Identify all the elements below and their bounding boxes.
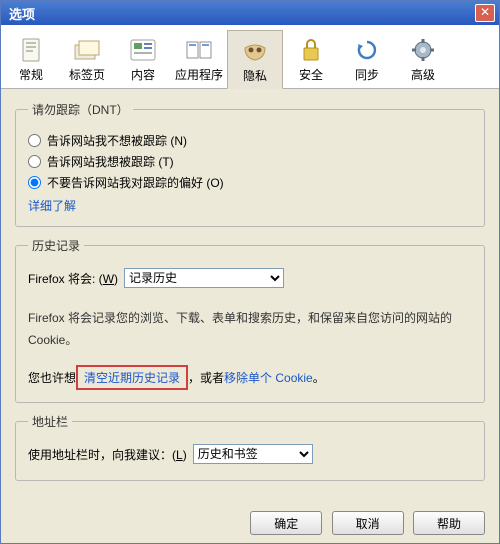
tab-label: 隐私 bbox=[228, 67, 282, 84]
dnt-option-nopref[interactable]: 不要告诉网站我对跟踪的偏好 (O) bbox=[28, 174, 472, 191]
content-panel: 请勿跟踪（DNT） 告诉网站我不想被跟踪 (N) 告诉网站我想被跟踪 (T) 不… bbox=[1, 89, 499, 503]
help-button[interactable]: 帮助 bbox=[413, 511, 485, 535]
radio-label: 告诉网站我想被跟踪 (T) bbox=[47, 153, 174, 170]
history-mode-row: Firefox 将会: (W) 记录历史 bbox=[28, 268, 472, 288]
tab-label: 安全 bbox=[284, 66, 338, 83]
locationbar-select[interactable]: 历史和书签 bbox=[193, 444, 313, 464]
locationbar-row: 使用地址栏时，向我建议：(L) 历史和书签 bbox=[28, 444, 472, 464]
tab-toolbar: 常规 标签页 内容 应用程序 隐私 安全 同步 高级 bbox=[1, 25, 499, 89]
tab-general[interactable]: 常规 bbox=[3, 29, 59, 88]
remove-cookie-link[interactable]: 移除单个 Cookie bbox=[224, 371, 313, 385]
tab-tabpages[interactable]: 标签页 bbox=[59, 29, 115, 88]
dnt-learnmore-link[interactable]: 详细了解 bbox=[28, 197, 472, 214]
titlebar: 选项 ✕ bbox=[1, 1, 499, 25]
tab-privacy[interactable]: 隐私 bbox=[227, 30, 283, 89]
window-title: 选项 bbox=[5, 4, 475, 23]
tab-applications[interactable]: 应用程序 bbox=[171, 29, 227, 88]
history-group: 历史记录 Firefox 将会: (W) 记录历史 Firefox 将会记录您的… bbox=[15, 237, 485, 403]
tab-content[interactable]: 内容 bbox=[115, 29, 171, 88]
radio-label: 不要告诉网站我对跟踪的偏好 (O) bbox=[47, 174, 224, 191]
locationbar-legend: 地址栏 bbox=[28, 413, 72, 430]
radio-label: 告诉网站我不想被跟踪 (N) bbox=[47, 132, 187, 149]
options-window: 选项 ✕ 常规 标签页 内容 应用程序 隐私 安全 同步 bbox=[0, 0, 500, 544]
history-info-text: Firefox 将会记录您的浏览、下载、表单和搜索历史，和保留来自您访问的网站的… bbox=[28, 308, 472, 351]
dnt-option-track[interactable]: 告诉网站我想被跟踪 (T) bbox=[28, 153, 472, 170]
history-mode-select[interactable]: 记录历史 bbox=[124, 268, 284, 288]
dnt-option-notrack[interactable]: 告诉网站我不想被跟踪 (N) bbox=[28, 132, 472, 149]
dnt-group: 请勿跟踪（DNT） 告诉网站我不想被跟踪 (N) 告诉网站我想被跟踪 (T) 不… bbox=[15, 101, 485, 227]
close-button[interactable]: ✕ bbox=[475, 4, 495, 22]
tab-label: 同步 bbox=[340, 66, 394, 83]
tab-label: 内容 bbox=[116, 66, 170, 83]
content-icon bbox=[116, 36, 170, 64]
history-legend: 历史记录 bbox=[28, 237, 84, 254]
lock-icon bbox=[284, 36, 338, 64]
radio-nopref[interactable] bbox=[28, 176, 41, 189]
tab-label: 标签页 bbox=[60, 66, 114, 83]
tab-label: 应用程序 bbox=[172, 66, 226, 83]
applications-icon bbox=[172, 36, 226, 64]
tab-label: 常规 bbox=[4, 66, 58, 83]
history-actions-text: 您也许想清空近期历史记录，或者移除单个 Cookie。 bbox=[28, 365, 472, 390]
general-icon bbox=[4, 36, 58, 64]
tab-label: 高级 bbox=[396, 66, 450, 83]
dnt-legend: 请勿跟踪（DNT） bbox=[28, 101, 133, 118]
sync-icon bbox=[340, 36, 394, 64]
gear-icon bbox=[396, 36, 450, 64]
cancel-button[interactable]: 取消 bbox=[332, 511, 404, 535]
privacy-mask-icon bbox=[228, 37, 282, 65]
history-mode-label: Firefox 将会: (W) bbox=[28, 270, 118, 287]
tab-security[interactable]: 安全 bbox=[283, 29, 339, 88]
clear-history-highlight: 清空近期历史记录 bbox=[76, 365, 188, 390]
clear-history-link[interactable]: 清空近期历史记录 bbox=[84, 371, 180, 385]
locationbar-group: 地址栏 使用地址栏时，向我建议：(L) 历史和书签 bbox=[15, 413, 485, 481]
tab-sync[interactable]: 同步 bbox=[339, 29, 395, 88]
locationbar-label: 使用地址栏时，向我建议：(L) bbox=[28, 446, 187, 463]
button-bar: 确定 取消 帮助 bbox=[1, 503, 499, 543]
tab-advanced[interactable]: 高级 bbox=[395, 29, 451, 88]
radio-notrack[interactable] bbox=[28, 134, 41, 147]
ok-button[interactable]: 确定 bbox=[250, 511, 322, 535]
tabs-icon bbox=[60, 36, 114, 64]
radio-track[interactable] bbox=[28, 155, 41, 168]
